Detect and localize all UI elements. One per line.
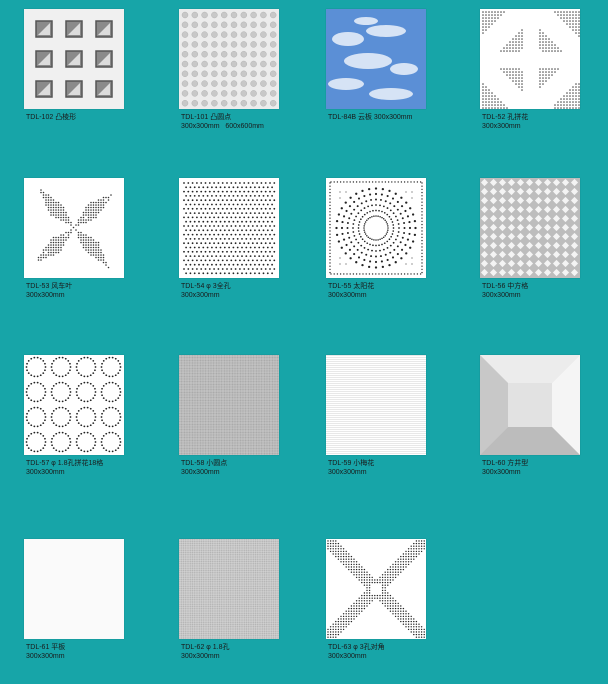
product-code: TDL-53 <box>26 283 50 290</box>
product-caption: TDL-57 φ 1.8孔拼花18格 300x300mm <box>26 459 103 477</box>
product-title: TDL-84B 云板 300x300mm <box>328 113 412 122</box>
product-size: 300x300mm <box>328 653 367 660</box>
product-title: TDL-52 孔拼花 <box>482 113 528 122</box>
square-well-pattern <box>480 355 580 455</box>
product-size: 300x300mm 600x600mm <box>181 123 264 130</box>
product-title: TDL-54 φ 3全孔 <box>181 282 231 291</box>
product-size: 300x300mm <box>26 292 65 299</box>
product-name: 小梅花 <box>353 460 375 467</box>
diamond-grid-pattern <box>480 178 580 278</box>
product-name: 方井型 <box>507 460 529 467</box>
product-code: TDL-101 <box>181 114 209 121</box>
product-caption: TDL-56 中方格 300x300mm <box>482 282 528 300</box>
product-caption: TDL-52 孔拼花 300x300mm <box>482 113 528 131</box>
product-name: 孔拼花 <box>507 114 529 121</box>
product-name: 中方格 <box>507 283 529 290</box>
product-name: φ 1.8孔拼花18格 <box>51 460 104 467</box>
product-code: TDL-60 <box>482 460 506 467</box>
product-size: 300x300mm <box>26 469 65 476</box>
product-code: TDL-52 <box>482 114 506 121</box>
product-name: 太阳花 <box>353 283 375 290</box>
product-name: φ 3全孔 <box>206 283 231 290</box>
product-caption: TDL-58 小圆点 300x300mm <box>181 459 227 477</box>
product-caption: TDL-101 凸圆点 300x300mm 600x600mm <box>181 113 264 131</box>
cloud-sky-pattern <box>326 9 426 109</box>
product-caption: TDL-102 凸棱形 <box>26 113 76 122</box>
product-code: TDL-63 <box>328 644 352 651</box>
product-title: TDL-58 小圆点 <box>181 459 227 468</box>
product-code: TDL-61 <box>26 644 50 651</box>
product-caption: TDL-55 太阳花 300x300mm <box>328 282 374 300</box>
product-name: 凸棱形 <box>55 114 77 121</box>
product-code: TDL-55 <box>328 283 352 290</box>
product-title: TDL-57 φ 1.8孔拼花18格 <box>26 459 103 468</box>
full-holes-pattern <box>179 178 279 278</box>
product-title: TDL-53 风车叶 <box>26 282 72 291</box>
product-code: TDL-56 <box>482 283 506 290</box>
product-title: TDL-102 凸棱形 <box>26 113 76 122</box>
product-size: 300x300mm <box>181 292 220 299</box>
product-caption: TDL-54 φ 3全孔 300x300mm <box>181 282 231 300</box>
product-code: TDL-57 <box>26 460 50 467</box>
product-title: TDL-62 φ 1.8孔 <box>181 643 230 652</box>
product-title: TDL-61 平板 <box>26 643 65 652</box>
product-caption: TDL-84B 云板 300x300mm <box>328 113 412 122</box>
small-dots-pattern <box>179 355 279 455</box>
product-caption: TDL-61 平板 300x300mm <box>26 643 65 661</box>
product-code: TDL-58 <box>181 460 205 467</box>
product-name: 平板 <box>51 644 66 651</box>
product-name: φ 3孔对角 <box>353 644 385 651</box>
product-code: TDL-59 <box>328 460 352 467</box>
diamond-perforated-pattern <box>480 9 580 109</box>
product-size: 300x300mm <box>328 292 367 299</box>
plum-blossom-pattern <box>326 355 426 455</box>
sunflower-pattern <box>326 178 426 278</box>
product-title: TDL-56 中方格 <box>482 282 528 291</box>
product-name: 风车叶 <box>51 283 73 290</box>
raised-dots-pattern <box>179 9 279 109</box>
pinwheel-pattern <box>24 178 124 278</box>
product-title: TDL-55 太阳花 <box>328 282 374 291</box>
product-title: TDL-60 方井型 <box>482 459 528 468</box>
product-caption: TDL-62 φ 1.8孔 300x300mm <box>181 643 230 661</box>
circle-rings-pattern <box>24 355 124 455</box>
product-caption: TDL-53 风车叶 300x300mm <box>26 282 72 300</box>
product-code: TDL-84B <box>328 114 357 121</box>
product-title: TDL-63 φ 3孔对角 <box>328 643 385 652</box>
product-size: 300x300mm <box>482 292 521 299</box>
product-name: 云板 300x300mm <box>357 114 413 121</box>
product-size: 300x300mm <box>482 123 521 130</box>
micro-holes-pattern <box>179 539 279 639</box>
product-title: TDL-59 小梅花 <box>328 459 374 468</box>
product-size: 300x300mm <box>482 469 521 476</box>
product-code: TDL-54 <box>181 283 205 290</box>
product-code: TDL-102 <box>26 114 54 121</box>
product-caption: TDL-63 φ 3孔对角 300x300mm <box>328 643 385 661</box>
product-size: 300x300mm <box>328 469 367 476</box>
product-caption: TDL-59 小梅花 300x300mm <box>328 459 374 477</box>
product-size: 300x300mm <box>26 653 65 660</box>
raised-squares-pattern <box>24 9 124 109</box>
product-size: 300x300mm <box>181 469 220 476</box>
product-name: 小圆点 <box>206 460 228 467</box>
flat-plate-pattern <box>24 539 124 639</box>
product-name: φ 1.8孔 <box>206 644 230 651</box>
product-caption: TDL-60 方井型 300x300mm <box>482 459 528 477</box>
product-size: 300x300mm <box>181 653 220 660</box>
product-name: 凸圆点 <box>210 114 232 121</box>
product-code: TDL-62 <box>181 644 205 651</box>
product-title: TDL-101 凸圆点 <box>181 113 264 122</box>
diagonal-holes-pattern <box>326 539 426 639</box>
